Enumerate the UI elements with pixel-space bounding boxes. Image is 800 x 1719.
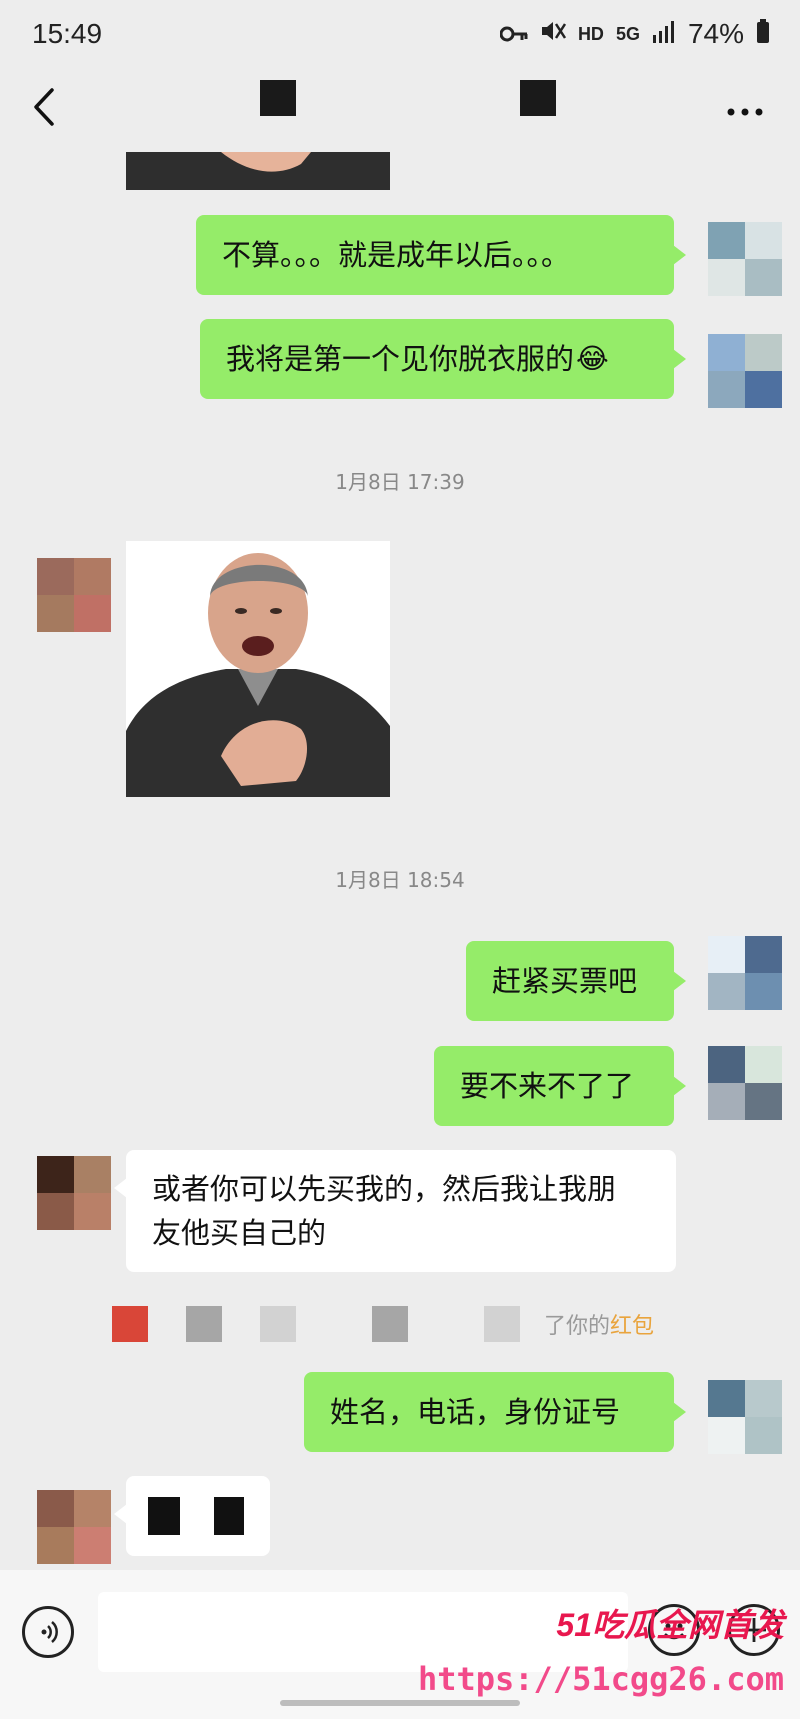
my-avatar[interactable]	[708, 1380, 782, 1454]
status-bar: 15:49 HD 5G 74%	[0, 0, 800, 72]
chat-title-redaction	[260, 80, 296, 116]
chat-header	[0, 72, 800, 152]
voice-toggle-button[interactable]	[22, 1606, 74, 1658]
message-bubble-received[interactable]	[114, 1476, 270, 1556]
mute-icon	[540, 18, 566, 50]
message-text: 姓名，电话，身份证号	[330, 1395, 621, 1429]
sticker-image[interactable]	[126, 541, 390, 797]
red-packet-link[interactable]: 红包	[610, 1314, 654, 1339]
redacted-block	[186, 1306, 222, 1342]
status-time: 15:49	[32, 18, 103, 49]
status-icons: HD 5G 74%	[499, 18, 770, 50]
chevron-left-icon	[34, 88, 54, 126]
my-avatar[interactable]	[708, 334, 782, 408]
message-bubble-sent[interactable]: 要不来不了了	[434, 1046, 686, 1126]
timestamp: 1月8日 18:54	[335, 868, 465, 892]
redacted-block	[484, 1306, 520, 1342]
message-bubble-sent[interactable]: 我将是第一个见你脱衣服的 😂	[200, 319, 686, 399]
laughing-emoji: 😂	[576, 342, 609, 375]
red-packet-notice: 了你的红包	[544, 1308, 654, 1340]
timestamp: 1月8日 17:39	[335, 470, 465, 494]
message-text-line: 或者你可以先买我的，然后我让我朋	[152, 1172, 617, 1206]
home-indicator[interactable]	[280, 1700, 520, 1706]
contact-avatar[interactable]	[37, 558, 111, 632]
redacted-block	[260, 1306, 296, 1342]
contact-avatar[interactable]	[37, 1490, 111, 1564]
message-bubble-sent[interactable]: 赶紧买票吧	[466, 941, 686, 1021]
message-bubble-sent[interactable]: 姓名，电话，身份证号	[304, 1372, 686, 1452]
battery-icon	[756, 18, 770, 50]
5g-icon: 5G	[615, 23, 640, 44]
my-avatar[interactable]	[708, 222, 782, 296]
message-bubble-received[interactable]: 或者你可以先买我的，然后我让我朋 友他买自己的	[114, 1150, 676, 1272]
hd-icon: HD	[577, 23, 604, 44]
watermark-title: 51吃瓜全网首发	[556, 1607, 784, 1643]
voice-icon	[41, 1621, 58, 1643]
message-text: 我将是第一个见你脱衣服的	[226, 342, 575, 376]
message-text: 不算。。。就是成年以后。。。	[222, 238, 571, 272]
back-button[interactable]	[30, 84, 70, 134]
key-icon	[499, 18, 528, 50]
watermark-url[interactable]: https://51cgg26.com	[418, 1660, 784, 1698]
chat-title-redaction	[520, 80, 556, 116]
sticker-cropped[interactable]	[126, 152, 390, 190]
battery-percent: 74%	[687, 18, 744, 49]
notice-text: 了你的	[544, 1314, 611, 1339]
redacted-block	[148, 1497, 180, 1535]
redacted-block	[372, 1306, 408, 1342]
more-dots-icon	[727, 108, 763, 116]
redacted-block	[112, 1306, 148, 1342]
message-bubble-sent[interactable]: 不算。。。就是成年以后。。。	[196, 215, 686, 295]
redacted-block	[213, 1497, 244, 1535]
contact-avatar[interactable]	[37, 1156, 111, 1230]
more-button[interactable]	[726, 86, 764, 126]
message-text: 赶紧买票吧	[492, 964, 638, 998]
message-text: 要不来不了了	[460, 1069, 635, 1103]
my-avatar[interactable]	[708, 1046, 782, 1120]
message-text-line: 友他买自己的	[152, 1216, 327, 1250]
signal-icon	[652, 18, 676, 50]
input-bar: 51吃瓜全网首发 https://51cgg26.com	[0, 1570, 800, 1719]
my-avatar[interactable]	[708, 936, 782, 1010]
chat-messages[interactable]: 不算。。。就是成年以后。。。 我将是第一个见你脱衣服的 😂 1月8日 17:39…	[0, 152, 800, 1570]
